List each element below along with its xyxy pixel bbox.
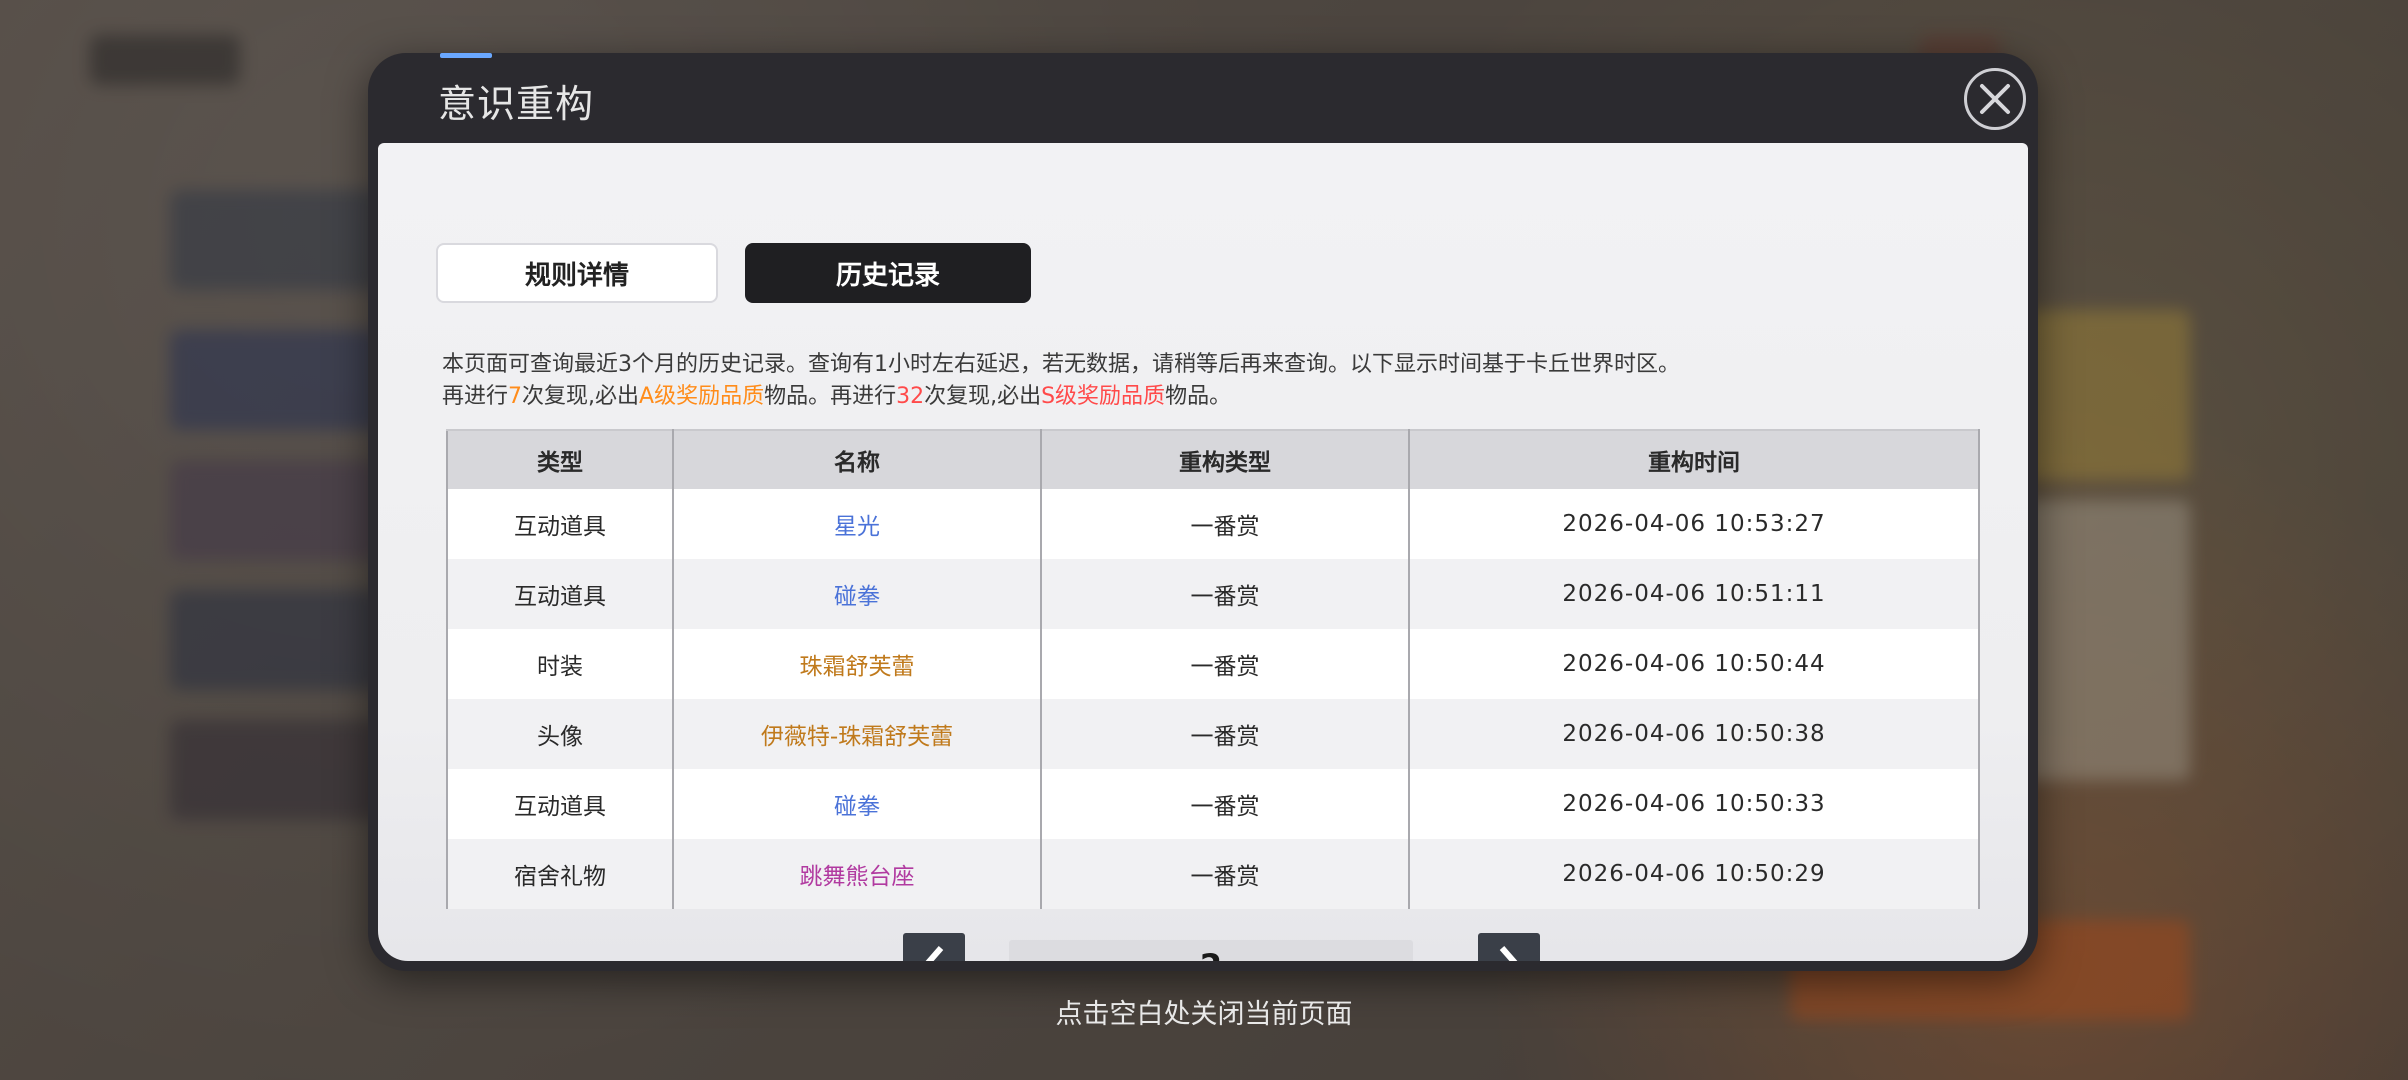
info-text: 本页面可查询最近3个月的历史记录。查询有1小时左右延迟，若无数据，请稍等后再来查… <box>442 349 1680 413</box>
a-count: 7 <box>508 384 523 409</box>
tab-rules[interactable]: 规则详情 <box>436 243 718 303</box>
cell-name: 星光 <box>672 489 1042 559</box>
cell-rebuild-type: 一番赏 <box>1040 489 1410 559</box>
close-button[interactable] <box>1964 68 2026 130</box>
a-grade-label: A级奖励品质 <box>639 384 765 409</box>
info-mid-1: 次复现,必出 <box>522 384 640 409</box>
cell-time: 2026-04-06 10:50:38 <box>1408 699 1980 769</box>
history-table: 类型 名称 重构类型 重构时间 互动道具 星光 一番赏 2026-04-06 1… <box>446 429 1980 909</box>
header-name: 名称 <box>672 429 1042 489</box>
header-rebuild-time: 重构时间 <box>1408 429 1980 489</box>
table-row: 头像 伊薇特-珠霜舒芙蕾 一番赏 2026-04-06 10:50:38 <box>446 699 1980 769</box>
cell-time: 2026-04-06 10:51:11 <box>1408 559 1980 629</box>
cell-time: 2026-04-06 10:50:29 <box>1408 839 1980 909</box>
info-line-1: 本页面可查询最近3个月的历史记录。查询有1小时左右延迟，若无数据，请稍等后再来查… <box>442 352 1680 377</box>
cell-time: 2026-04-06 10:50:33 <box>1408 769 1980 839</box>
modal-title: 意识重构 <box>438 82 595 126</box>
info-suffix: 物品。 <box>1165 384 1232 409</box>
reconstruction-modal: 意识重构 规则详情 历史记录 本页面可查询最近3个月的历史记录。查询有1小时左右… <box>368 53 2038 971</box>
table-row: 互动道具 碰拳 一番赏 2026-04-06 10:50:33 <box>446 769 1980 839</box>
cell-name: 珠霜舒芙蕾 <box>672 629 1042 699</box>
cell-type: 头像 <box>446 699 674 769</box>
table-header-row: 类型 名称 重构类型 重构时间 <box>446 429 1980 489</box>
chevron-right-icon <box>1499 946 1518 961</box>
table-row: 互动道具 星光 一番赏 2026-04-06 10:53:27 <box>446 489 1980 559</box>
cell-name: 碰拳 <box>672 769 1042 839</box>
chevron-left-icon <box>925 946 944 961</box>
cell-rebuild-type: 一番赏 <box>1040 769 1410 839</box>
info-prefix: 再进行 <box>442 384 509 409</box>
tab-history[interactable]: 历史记录 <box>745 243 1031 303</box>
header-type: 类型 <box>446 429 674 489</box>
page-number: 2 <box>1009 940 1413 961</box>
cell-type: 互动道具 <box>446 559 674 629</box>
info-line-2: 再进行7次复现,必出A级奖励品质物品。再进行32次复现,必出S级奖励品质物品。 <box>442 381 1680 413</box>
close-icon <box>1980 84 2010 114</box>
cell-rebuild-type: 一番赏 <box>1040 559 1410 629</box>
cell-rebuild-type: 一番赏 <box>1040 699 1410 769</box>
info-mid-3: 次复现,必出 <box>924 384 1042 409</box>
cell-type: 时装 <box>446 629 674 699</box>
title-accent <box>440 53 492 58</box>
cell-rebuild-type: 一番赏 <box>1040 629 1410 699</box>
cell-name: 伊薇特-珠霜舒芙蕾 <box>672 699 1042 769</box>
cell-name: 碰拳 <box>672 559 1042 629</box>
table-row: 宿舍礼物 跳舞熊台座 一番赏 2026-04-06 10:50:29 <box>446 839 1980 909</box>
header-rebuild-type: 重构类型 <box>1040 429 1410 489</box>
table-row: 时装 珠霜舒芙蕾 一番赏 2026-04-06 10:50:44 <box>446 629 1980 699</box>
info-mid-2: 物品。再进行 <box>764 384 897 409</box>
s-grade-label: S级奖励品质 <box>1041 384 1166 409</box>
modal-content: 规则详情 历史记录 本页面可查询最近3个月的历史记录。查询有1小时左右延迟，若无… <box>378 143 2028 961</box>
cell-type: 宿舍礼物 <box>446 839 674 909</box>
cell-rebuild-type: 一番赏 <box>1040 839 1410 909</box>
cell-type: 互动道具 <box>446 489 674 559</box>
s-count: 32 <box>896 384 925 409</box>
table-row: 互动道具 碰拳 一番赏 2026-04-06 10:51:11 <box>446 559 1980 629</box>
cell-time: 2026-04-06 10:53:27 <box>1408 489 1980 559</box>
cell-time: 2026-04-06 10:50:44 <box>1408 629 1980 699</box>
cell-name: 跳舞熊台座 <box>672 839 1042 909</box>
next-page-button[interactable] <box>1478 933 1540 961</box>
prev-page-button[interactable] <box>903 933 965 961</box>
cell-type: 互动道具 <box>446 769 674 839</box>
close-hint[interactable]: 点击空白处关闭当前页面 <box>0 992 2408 1031</box>
